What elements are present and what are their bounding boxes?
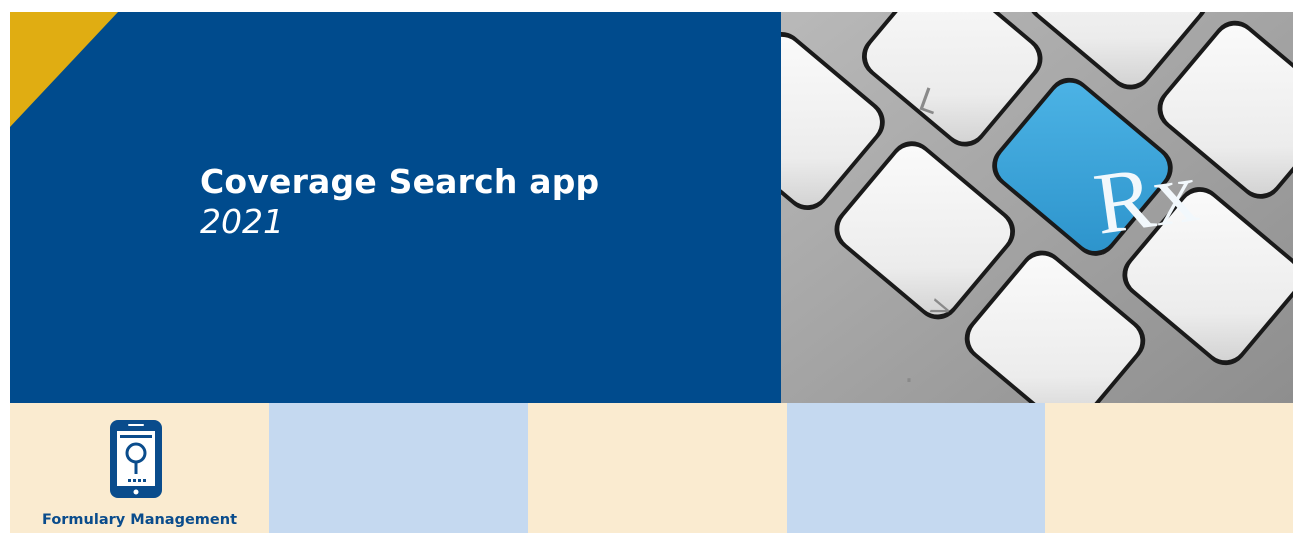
phone-search-icon	[110, 420, 162, 498]
page-title: Coverage Search app	[200, 162, 600, 201]
page-year: 2021	[200, 202, 284, 241]
footer-tile-3	[528, 403, 787, 533]
key-dot-label: .	[904, 355, 914, 390]
key-rx-label: Rx	[1089, 143, 1204, 253]
title-block: Coverage Search app 2021	[200, 162, 599, 242]
badge-label: Formulary Management	[42, 512, 237, 528]
formulary-badge: Formulary Management	[10, 403, 269, 533]
footer-tile-5	[1045, 403, 1293, 533]
footer-tile-row: Formulary Management	[10, 403, 1293, 533]
footer-tile-4	[787, 403, 1045, 533]
hero-banner: Coverage Search app 2021	[10, 12, 781, 403]
footer-tile-2	[269, 403, 528, 533]
keyboard-rx-photo: Rx L > .	[781, 12, 1293, 403]
corner-accent-triangle	[10, 12, 118, 127]
footer-tile-badge: Formulary Management	[10, 403, 269, 533]
